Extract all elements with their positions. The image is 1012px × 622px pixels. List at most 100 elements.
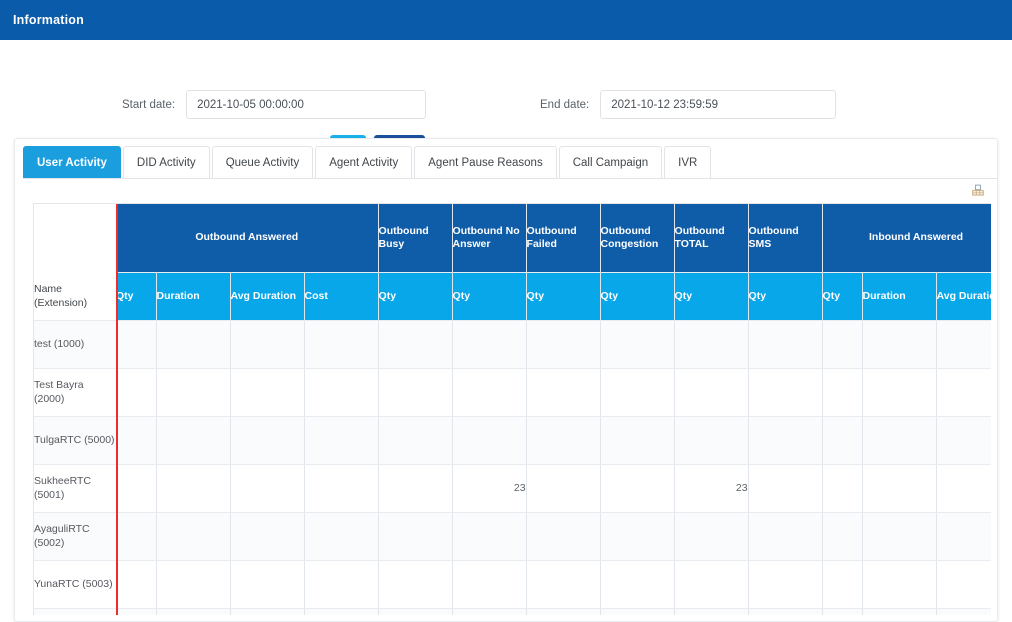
cell-value [116,512,157,561]
table-subheader-row: Name (Extension) Qty Duration Avg Durati… [34,272,991,321]
cell-value [526,512,601,561]
column-header-ob-answered-cost: Cost [304,272,379,321]
cell-value [748,464,823,513]
table-body: test (1000) Test Bayra (2000) TulgaRTC (50… [34,320,991,615]
cell-value [452,320,527,369]
column-header-ob-congestion-qty: Qty [600,272,675,321]
cell-value [378,512,453,561]
cell-value [116,368,157,417]
app-root: Information Start date: End date: Filter [0,0,1012,622]
cell-value [936,608,991,615]
cell-value [862,608,937,615]
cell-name: YunaRTC (5003) [34,560,116,609]
cell-value [378,464,453,513]
cell-value [862,512,937,561]
cell-value [862,560,937,609]
cell-value [600,416,675,465]
cell-value [156,512,231,561]
column-header-name: Name (Extension) [34,272,116,321]
cell-value [230,560,305,609]
column-header-ib-answered-duration: Duration [862,272,937,321]
table-corner-cell [34,204,116,272]
cell-value [526,416,601,465]
cell-name: Test Bayra (2000) [34,368,116,417]
cell-value [304,464,379,513]
cell-value [230,464,305,513]
cell-value [116,608,157,615]
cell-value [600,368,675,417]
column-header-ob-answered-avg-duration: Avg Duration [230,272,305,321]
cell-name: SukheeRTC (5001) [34,464,116,513]
cell-value [156,368,231,417]
start-date-label: Start date: [122,98,176,111]
cell-value [600,608,675,615]
cell-value [230,512,305,561]
cell-value [452,608,527,615]
column-header-ob-failed-qty: Qty [526,272,601,321]
table-toolbar [23,179,997,203]
cell-value [452,416,527,465]
cell-name: test (1000) [34,320,116,369]
user-activity-table: Outbound Answered Outbound Busy Outbound… [34,204,991,615]
start-date-input[interactable] [186,90,427,119]
user-activity-table-wrapper[interactable]: Outbound Answered Outbound Busy Outbound… [33,203,991,615]
report-tabs: User Activity DID Activity Queue Activit… [23,146,997,179]
tab-did-activity[interactable]: DID Activity [122,146,210,178]
column-header-ob-busy-qty: Qty [378,272,453,321]
cell-value [156,320,231,369]
cell-value [936,464,991,513]
cell-value [822,560,863,609]
table-row[interactable]: AyaguliRTC (5002) [34,512,991,561]
cell-value [378,368,453,417]
column-header-ob-no-answer-qty: Qty [452,272,527,321]
tab-call-campaign[interactable]: Call Campaign [558,146,663,178]
end-date-field-group: End date: [540,90,837,119]
cell-value [304,608,379,615]
group-outbound-total: Outbound TOTAL [674,204,749,273]
group-outbound-answered: Outbound Answered [116,204,379,273]
table-row[interactable]: YunaRTC (5003) [34,560,991,609]
export-download-icon[interactable] [971,184,985,198]
name-header-line-1: Name [34,282,63,295]
tab-user-activity[interactable]: User Activity [23,146,121,178]
end-date-input[interactable] [600,90,837,119]
table-row[interactable]: UjRTC (5004) [34,608,991,615]
cell-value [378,608,453,615]
cell-value [156,560,231,609]
group-outbound-failed: Outbound Failed [526,204,601,273]
cell-value [378,416,453,465]
tab-queue-activity[interactable]: Queue Activity [211,146,314,178]
cell-value [304,368,379,417]
cell-value [452,368,527,417]
table-row[interactable]: Test Bayra (2000) [34,368,991,417]
cell-value [156,416,231,465]
cell-value [748,608,823,615]
cell-value [600,464,675,513]
group-outbound-congestion: Outbound Congestion [600,204,675,273]
cell-value [304,416,379,465]
column-header-ob-answered-duration: Duration [156,272,231,321]
table-row[interactable]: TulgaRTC (5000) [34,416,991,465]
cell-name: TulgaRTC (5000) [34,416,116,465]
cell-value [600,512,675,561]
window-titlebar: Information [0,0,1012,40]
cell-value [822,608,863,615]
cell-value [822,464,863,513]
cell-value [674,512,749,561]
cell-value [526,560,601,609]
tab-agent-pause-reasons[interactable]: Agent Pause Reasons [414,146,557,178]
cell-value [748,416,823,465]
cell-value [748,560,823,609]
tab-agent-activity[interactable]: Agent Activity [315,146,413,178]
table-row[interactable]: test (1000) [34,320,991,369]
table-row[interactable]: SukheeRTC (5001) 23 23 [34,464,991,513]
filter-panel: Start date: End date: Filter [0,40,1012,164]
cell-value [378,560,453,609]
cell-name: AyaguliRTC (5002) [34,512,116,561]
cell-value [862,368,937,417]
cell-value [116,416,157,465]
cell-value [862,464,937,513]
cell-value [156,608,231,615]
tab-ivr[interactable]: IVR [664,146,712,178]
cell-value [862,320,937,369]
